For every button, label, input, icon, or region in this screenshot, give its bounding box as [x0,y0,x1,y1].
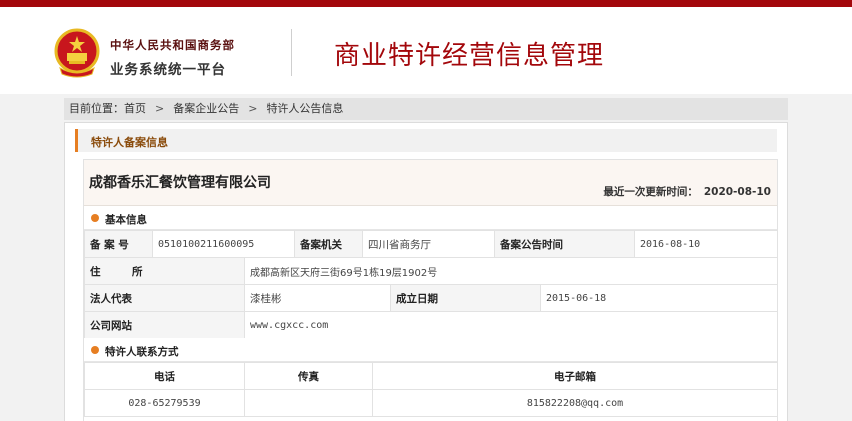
section-title: 基本信息 [105,214,147,226]
section-basic-info: 基本信息 [84,206,777,230]
table-row: 住 所 成都高新区天府三街69号1栋19层1902号 [84,257,779,285]
site-title: 商业特许经营信息管理 [334,41,605,71]
record-no-label: 备 案 号 [84,230,153,258]
column-header-phone: 电话 [84,362,245,390]
last-updated-label: 最近一次更新时间： [603,186,698,198]
bullet-icon [91,346,99,354]
fax-value [244,389,373,417]
announce-date-label: 备案公告时间 [494,230,635,258]
column-header-fax: 传真 [244,362,373,390]
founded-value: 2015-06-18 [539,284,779,312]
record-detail: 成都香乐汇餐饮管理有限公司 最近一次更新时间： 2020-08-10 基本信息 备… [83,159,779,421]
breadcrumb-announcements-link[interactable]: 备案企业公告 [173,98,239,120]
legal-rep-label: 法人代表 [84,284,245,312]
last-updated: 最近一次更新时间： 2020-08-10 [603,184,771,199]
panel-header: 特许人备案信息 [75,129,777,152]
founded-label: 成立日期 [390,284,541,312]
breadcrumb-separator: > [155,102,165,115]
breadcrumb-current: 特许人公告信息 [266,102,344,115]
breadcrumb: 目前位置：首页 > 备案企业公告 > 特许人公告信息 [64,98,788,120]
bullet-icon [91,214,99,222]
contact-table: 电话 传真 电子邮箱 028-65279539 815822208@qq.com [84,362,778,417]
national-emblem-icon [54,28,100,78]
company-name: 成都香乐汇餐饮管理有限公司 [89,175,271,191]
email-value: 815822208@qq.com [372,389,778,417]
column-header-email: 电子邮箱 [372,362,778,390]
panel-title: 特许人备案信息 [91,136,168,149]
record-no-value: 0510100211600095 [152,230,295,258]
header-divider [291,29,292,76]
authority-label: 备案机关 [294,230,363,258]
legal-rep-value: 漆桂彬 [244,284,391,312]
table-row: 公司网站 www.cgxcc.com [84,311,779,339]
table-row: 备 案 号 0510100211600095 备案机关 四川省商务厅 备案公告时… [84,230,778,258]
address-table: 住 所 成都高新区天府三街69号1栋19层1902号 法人代表 漆桂彬 成立日期… [84,257,779,339]
authority-value: 四川省商务厅 [362,230,495,258]
last-updated-value: 2020-08-10 [703,186,771,198]
org-name-line2: 业务系统统一平台 [110,62,226,78]
table-row: 028-65279539 815822208@qq.com [84,389,778,417]
franchisor-info-panel: 特许人备案信息 成都香乐汇餐饮管理有限公司 最近一次更新时间： 2020-08-1… [64,122,788,421]
company-header: 成都香乐汇餐饮管理有限公司 最近一次更新时间： 2020-08-10 [84,160,777,206]
org-name-line1: 中华人民共和国商务部 [110,38,235,52]
top-accent-bar [0,0,852,7]
phone-value: 028-65279539 [84,389,245,417]
table-row: 法人代表 漆桂彬 成立日期 2015-06-18 [84,284,779,312]
table-header-row: 电话 传真 电子邮箱 [84,362,778,390]
address-label: 住 所 [84,257,245,285]
website-label: 公司网站 [84,311,245,339]
breadcrumb-prefix: 目前位置： [69,102,124,115]
breadcrumb-home-link[interactable]: 首页 [124,98,146,120]
basic-info-table: 备 案 号 0510100211600095 备案机关 四川省商务厅 备案公告时… [84,230,778,258]
site-header: 中华人民共和国商务部 业务系统统一平台 商业特许经营信息管理 [0,7,852,94]
section-title: 特许人联系方式 [105,346,179,358]
announce-date-value: 2016-08-10 [634,230,778,258]
section-contact: 特许人联系方式 [84,338,777,362]
website-link[interactable]: www.cgxcc.com [243,311,779,339]
breadcrumb-separator: > [248,102,258,115]
address-value: 成都高新区天府三街69号1栋19层1902号 [243,257,779,285]
